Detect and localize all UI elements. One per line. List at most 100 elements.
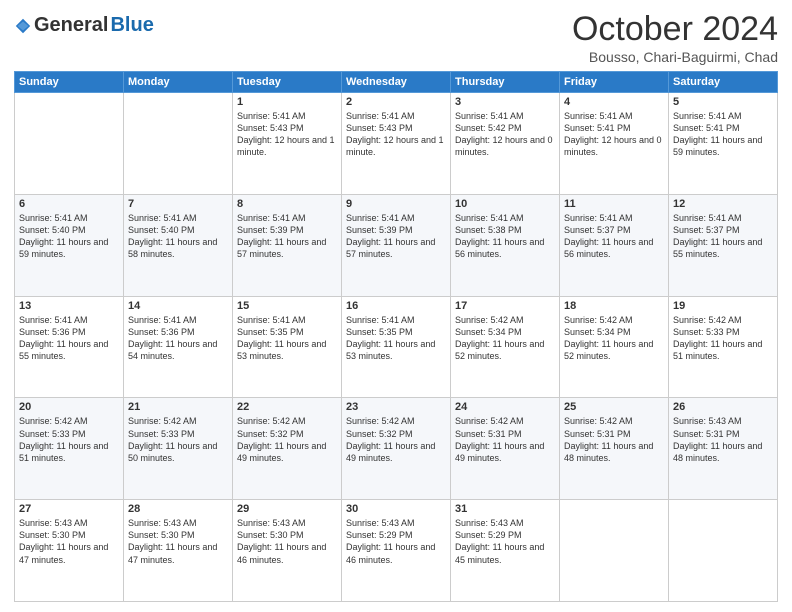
- day-number: 10: [455, 198, 555, 210]
- day-number: 1: [237, 96, 337, 108]
- day-number: 23: [346, 401, 446, 413]
- calendar-cell: 16Sunrise: 5:41 AM Sunset: 5:35 PM Dayli…: [342, 296, 451, 398]
- calendar-cell: 13Sunrise: 5:41 AM Sunset: 5:36 PM Dayli…: [15, 296, 124, 398]
- day-number: 31: [455, 503, 555, 515]
- logo: GeneralBlue: [14, 14, 154, 37]
- calendar-cell: 12 Sunrise: 5:41 AM Sunset: 5:37 PM Dayli…: [669, 194, 778, 296]
- cell-details: Sunrise: 5:41 AM Sunset: 5:40 PM Dayligh…: [128, 212, 228, 261]
- calendar-cell: 20Sunrise: 5:42 AM Sunset: 5:33 PM Dayli…: [15, 398, 124, 500]
- day-number: 25: [564, 401, 664, 413]
- day-number: 16: [346, 300, 446, 312]
- day-number: 6: [19, 198, 119, 210]
- cell-details: Sunrise: 5:41 AM Sunset: 5:38 PM Dayligh…: [455, 212, 555, 261]
- week-row-4: 27 Sunrise: 5:43 AM Sunset: 5:30 PM Dayli…: [15, 500, 778, 602]
- calendar-cell: 8 Sunrise: 5:41 AM Sunset: 5:39 PM Daylig…: [233, 194, 342, 296]
- day-number: 27: [19, 503, 119, 515]
- location: Bousso, Chari-Baguirmi, Chad: [572, 49, 778, 65]
- calendar-cell: 17 Sunrise: 5:42 AM Sunset: 5:34 PM Dayli…: [451, 296, 560, 398]
- day-header-monday: Monday: [124, 72, 233, 93]
- logo-icon: [14, 17, 32, 35]
- cell-details: Sunrise: 5:43 AM Sunset: 5:31 PM Dayligh…: [673, 415, 773, 464]
- calendar-cell: 30 Sunrise: 5:43 AM Sunset: 5:29 PM Dayli…: [342, 500, 451, 602]
- cell-details: Sunrise: 5:41 AM Sunset: 5:36 PM Dayligh…: [128, 314, 228, 363]
- cell-details: Sunrise: 5:41 AM Sunset: 5:39 PM Dayligh…: [237, 212, 337, 261]
- month-title: October 2024: [572, 10, 778, 49]
- calendar-cell: 3 Sunrise: 5:41 AM Sunset: 5:42 PM Daylig…: [451, 93, 560, 195]
- calendar-cell: 26 Sunrise: 5:43 AM Sunset: 5:31 PM Dayli…: [669, 398, 778, 500]
- calendar-cell: 7 Sunrise: 5:41 AM Sunset: 5:40 PM Daylig…: [124, 194, 233, 296]
- cell-details: Sunrise: 5:41 AM Sunset: 5:41 PM Dayligh…: [673, 110, 773, 159]
- page: GeneralBlue October 2024 Bousso, Chari-B…: [0, 0, 792, 612]
- day-header-saturday: Saturday: [669, 72, 778, 93]
- day-header-friday: Friday: [560, 72, 669, 93]
- cell-details: Sunrise: 5:43 AM Sunset: 5:30 PM Dayligh…: [128, 517, 228, 566]
- day-number: 21: [128, 401, 228, 413]
- calendar-cell: 23Sunrise: 5:42 AM Sunset: 5:32 PM Dayli…: [342, 398, 451, 500]
- calendar-cell: 24Sunrise: 5:42 AM Sunset: 5:31 PM Dayli…: [451, 398, 560, 500]
- cell-details: Sunrise: 5:42 AM Sunset: 5:34 PM Dayligh…: [455, 314, 555, 363]
- calendar-cell: 10 Sunrise: 5:41 AM Sunset: 5:38 PM Dayli…: [451, 194, 560, 296]
- logo-blue-text: Blue: [110, 14, 153, 37]
- day-number: 19: [673, 300, 773, 312]
- day-number: 20: [19, 401, 119, 413]
- week-row-0: 1Sunrise: 5:41 AM Sunset: 5:43 PM Daylig…: [15, 93, 778, 195]
- title-area: October 2024 Bousso, Chari-Baguirmi, Cha…: [572, 10, 778, 65]
- day-number: 7: [128, 198, 228, 210]
- calendar-header-row: SundayMondayTuesdayWednesdayThursdayFrid…: [15, 72, 778, 93]
- logo-area: GeneralBlue: [14, 10, 154, 37]
- calendar-cell: 27 Sunrise: 5:43 AM Sunset: 5:30 PM Dayli…: [15, 500, 124, 602]
- day-header-tuesday: Tuesday: [233, 72, 342, 93]
- day-number: 17: [455, 300, 555, 312]
- logo-general: General: [34, 14, 108, 37]
- day-number: 15: [237, 300, 337, 312]
- calendar-cell: 5 Sunrise: 5:41 AM Sunset: 5:41 PM Daylig…: [669, 93, 778, 195]
- day-header-sunday: Sunday: [15, 72, 124, 93]
- day-header-thursday: Thursday: [451, 72, 560, 93]
- cell-details: Sunrise: 5:43 AM Sunset: 5:30 PM Dayligh…: [237, 517, 337, 566]
- cell-details: Sunrise: 5:42 AM Sunset: 5:33 PM Dayligh…: [673, 314, 773, 363]
- day-number: 5: [673, 96, 773, 108]
- day-number: 3: [455, 96, 555, 108]
- cell-details: Sunrise: 5:41 AM Sunset: 5:41 PM Dayligh…: [564, 110, 664, 159]
- day-number: 30: [346, 503, 446, 515]
- week-row-3: 20 Sunrise: 5:42 AM Sunset: 5:33 PM Dayli…: [15, 398, 778, 500]
- calendar: SundayMondayTuesdayWednesdayThursdayFrid…: [14, 71, 778, 602]
- calendar-cell: 11 Sunrise: 5:41 AM Sunset: 5:37 PM Dayli…: [560, 194, 669, 296]
- week-row-1: 6 Sunrise: 5:41 AM Sunset: 5:40 PM Daylig…: [15, 194, 778, 296]
- cell-details: Sunrise: 5:43 AM Sunset: 5:29 PM Dayligh…: [346, 517, 446, 566]
- day-number: 11: [564, 198, 664, 210]
- calendar-cell: 28 Sunrise: 5:43 AM Sunset: 5:30 PM Dayli…: [124, 500, 233, 602]
- day-number: 28: [128, 503, 228, 515]
- cell-details: Sunrise: 5:43 AM Sunset: 5:30 PM Dayligh…: [19, 517, 119, 566]
- day-number: 4: [564, 96, 664, 108]
- day-number: 24: [455, 401, 555, 413]
- header: GeneralBlue October 2024 Bousso, Chari-B…: [14, 10, 778, 65]
- cell-details: Sunrise: 5:41 AM Sunset: 5:35 PM Dayligh…: [237, 314, 337, 363]
- day-number: 18: [564, 300, 664, 312]
- calendar-cell: [560, 500, 669, 602]
- day-number: 22: [237, 401, 337, 413]
- day-number: 13: [19, 300, 119, 312]
- cell-details: Sunrise: 5:43 AM Sunset: 5:29 PM Dayligh…: [455, 517, 555, 566]
- cell-details: Sunrise: 5:41 AM Sunset: 5:37 PM Dayligh…: [673, 212, 773, 261]
- day-number: 29: [237, 503, 337, 515]
- day-header-wednesday: Wednesday: [342, 72, 451, 93]
- cell-details: Sunrise: 5:42 AM Sunset: 5:31 PM Dayligh…: [564, 415, 664, 464]
- day-number: 12: [673, 198, 773, 210]
- calendar-cell: [669, 500, 778, 602]
- cell-details: Sunrise: 5:41 AM Sunset: 5:40 PM Dayligh…: [19, 212, 119, 261]
- calendar-cell: 19 Sunrise: 5:42 AM Sunset: 5:33 PM Dayli…: [669, 296, 778, 398]
- cell-details: Sunrise: 5:41 AM Sunset: 5:39 PM Dayligh…: [346, 212, 446, 261]
- cell-details: Sunrise: 5:41 AM Sunset: 5:42 PM Dayligh…: [455, 110, 555, 159]
- calendar-cell: 9Sunrise: 5:41 AM Sunset: 5:39 PM Daylig…: [342, 194, 451, 296]
- cell-details: Sunrise: 5:41 AM Sunset: 5:37 PM Dayligh…: [564, 212, 664, 261]
- calendar-cell: 6 Sunrise: 5:41 AM Sunset: 5:40 PM Daylig…: [15, 194, 124, 296]
- day-number: 26: [673, 401, 773, 413]
- calendar-cell: [15, 93, 124, 195]
- cell-details: Sunrise: 5:42 AM Sunset: 5:34 PM Dayligh…: [564, 314, 664, 363]
- calendar-cell: 29 Sunrise: 5:43 AM Sunset: 5:30 PM Dayli…: [233, 500, 342, 602]
- cell-details: Sunrise: 5:42 AM Sunset: 5:33 PM Dayligh…: [128, 415, 228, 464]
- day-number: 8: [237, 198, 337, 210]
- calendar-cell: 4 Sunrise: 5:41 AM Sunset: 5:41 PM Daylig…: [560, 93, 669, 195]
- calendar-cell: 15 Sunrise: 5:41 AM Sunset: 5:35 PM Dayli…: [233, 296, 342, 398]
